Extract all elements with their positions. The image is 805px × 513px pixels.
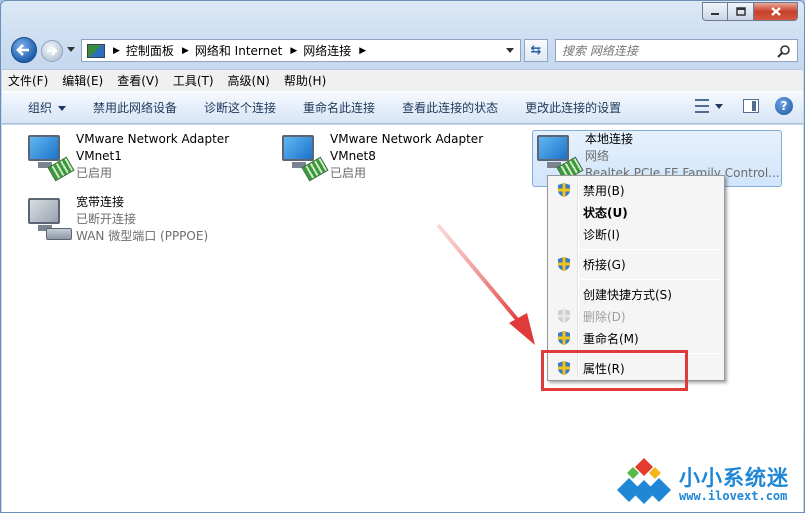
watermark-logo: 小小系统迷 www.ilovext.com [613,456,803,510]
explorer-window: ▶ 控制面板 ▶网络和 Internet ▶网络连接 ▶ ⇆ 文件(F) 编辑(… [0,0,805,513]
brand-logo-icon [617,458,671,504]
watermark-url: www.ilovext.com [679,489,788,503]
watermark-name: 小小系统迷 [679,466,789,490]
annotation-arrow-icon [436,223,535,345]
